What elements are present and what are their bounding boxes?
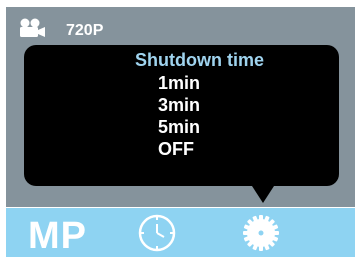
option-3min[interactable]: 3min [158,95,200,115]
resolution-label: 720P [66,22,104,39]
bottom-mode-bar: MP [6,208,355,257]
popup-pointer [252,186,274,203]
popup-title: Shutdown time [135,50,264,70]
option-5min[interactable]: 5min [158,117,200,137]
gear-icon[interactable] [241,213,281,253]
video-camera-icon [20,18,45,37]
camera-menu-screen: 720P Shutdown time 1min 3min 5min OFF MP [0,0,361,257]
option-1min[interactable]: 1min [158,73,200,93]
mode-label[interactable]: MP [28,216,87,256]
option-off[interactable]: OFF [158,139,194,159]
timer-icon[interactable] [137,213,177,253]
